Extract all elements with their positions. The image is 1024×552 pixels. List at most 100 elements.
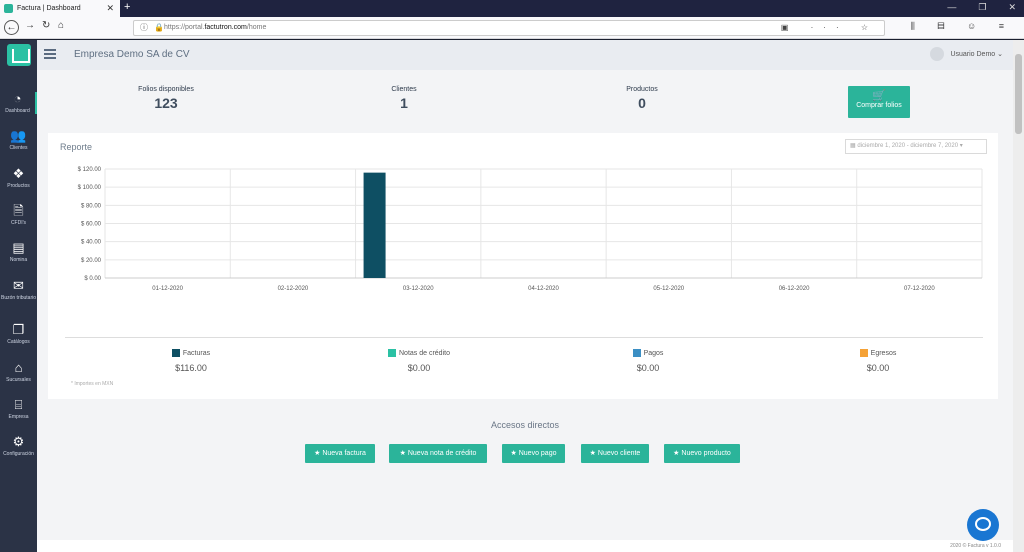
back-icon[interactable]: ←: [4, 20, 19, 35]
star-icon: ★: [510, 450, 519, 457]
stat-value: 123: [154, 95, 178, 111]
stat-label: Productos: [626, 86, 658, 93]
users-icon: 👥: [10, 128, 27, 143]
bank-icon: ⌸: [14, 397, 23, 412]
legend-egresos: Egresos $0.00: [803, 349, 953, 373]
sidebar-item-label: Configuración: [3, 451, 34, 457]
y-tick-label: $ 80.00: [81, 203, 102, 209]
sidebar-item-empresa[interactable]: ⌸ Empresa: [0, 397, 37, 421]
stat-clientes: Clientes 1: [344, 86, 464, 111]
chat-button[interactable]: [967, 509, 999, 541]
new-invoice-button[interactable]: ★ Nueva factura: [305, 444, 375, 463]
currency-note: * Importes en MXN: [71, 381, 114, 387]
reload-icon[interactable]: ↻: [42, 20, 50, 31]
sidebar-item-label: Catálogos: [7, 339, 30, 345]
sidebar-item-clientes[interactable]: 👥 Clientes: [0, 128, 37, 152]
window-controls: — ❐ ✕: [947, 2, 1016, 13]
bar-facturas: [363, 172, 386, 278]
buy-folios-button[interactable]: 🛒 Comprar folios: [848, 86, 910, 118]
sidebar-item-catalogos[interactable]: ❐ Catálogos: [0, 322, 37, 346]
sidebar-item-buzon[interactable]: ✉ Buzón tributario: [0, 278, 37, 302]
sidebar-item-configuracion[interactable]: ⚙ Configuración: [0, 435, 37, 458]
stat-value: 0: [638, 95, 646, 111]
scrollbar-thumb[interactable]: [1015, 54, 1022, 134]
date-range-picker[interactable]: ▦ diciembre 1, 2020 - diciembre 7, 2020 …: [845, 139, 987, 154]
legend-name: Pagos: [643, 349, 664, 357]
sidebar-item-productos[interactable]: ❖ Productos: [0, 167, 37, 190]
x-tick-label: 05-12-2020: [653, 286, 684, 292]
legend-pagos: Pagos $0.00: [573, 349, 723, 373]
cart-icon: 🛒: [872, 90, 886, 102]
y-tick-label: $ 0.00: [84, 276, 101, 282]
report-title: Reporte: [60, 142, 93, 152]
lock-icon: ⓘ🔒: [140, 23, 170, 32]
home-icon: ⌂: [14, 360, 23, 375]
new-payment-button[interactable]: ★ Nuevo pago: [502, 444, 565, 463]
sidebar: ◔ Dashboard 👥 Clientes ❖ Productos 🗎 CFD…: [0, 40, 37, 552]
library-icon[interactable]: ⫼ ▤ ☺ ≡: [911, 21, 1014, 32]
sidebar-item-label: Clientes: [9, 145, 28, 151]
menu-icon[interactable]: [44, 49, 56, 61]
envelope-icon: ✉: [13, 278, 24, 293]
stat-value: 1: [400, 95, 408, 111]
caret-down-icon: ▾: [958, 143, 963, 149]
legend-amount: $116.00: [175, 363, 207, 373]
maximize-icon[interactable]: ❐: [978, 2, 986, 13]
user-name: Usuario Demo: [950, 50, 996, 58]
logo-icon[interactable]: [7, 44, 31, 66]
sidebar-item-label: Empresa: [8, 414, 29, 420]
legend-name: Facturas: [182, 349, 211, 357]
sidebar-item-cfdis[interactable]: 🗎 CFDI's: [0, 203, 37, 227]
sidebar-item-sucursales[interactable]: ⌂ Sucursales: [0, 360, 37, 384]
url-bar[interactable]: ⓘ🔒 https://portal.factutron.com/home ▣ ·…: [133, 20, 885, 36]
minimize-icon[interactable]: —: [947, 2, 956, 13]
url-path: /home: [246, 24, 267, 31]
url-domain: factutron.com: [204, 24, 247, 31]
new-credit-note-button[interactable]: ★ Nueva nota de crédito: [389, 444, 487, 463]
close-tab-icon[interactable]: ✕: [106, 3, 114, 14]
new-tab-icon[interactable]: +: [124, 1, 130, 13]
legend-amount: $0.00: [407, 363, 431, 373]
stat-folios: Folios disponibles 123: [106, 86, 226, 111]
y-tick-label: $ 100.00: [78, 185, 102, 191]
sidebar-item-dashboard[interactable]: ◔ Dashboard: [0, 92, 37, 114]
y-tick-label: $ 60.00: [81, 222, 102, 228]
file-icon: 🗎: [13, 203, 24, 218]
stat-label: Clientes: [391, 86, 417, 93]
scrollbar[interactable]: [1013, 40, 1024, 552]
sidebar-item-nomina[interactable]: ▤ Nomina: [0, 241, 37, 264]
user-menu[interactable]: Usuario Demo ⌄: [930, 47, 1003, 61]
sidebar-item-label: Productos: [7, 183, 30, 189]
x-tick-label: 02-12-2020: [278, 286, 309, 292]
copy-icon: ❐: [12, 322, 25, 337]
close-window-icon[interactable]: ✕: [1008, 2, 1016, 13]
url-prefix: https://portal.: [164, 24, 205, 31]
stat-productos: Productos 0: [582, 86, 702, 111]
button-label: Nuevo pago: [518, 450, 557, 457]
legend-swatch: [171, 349, 180, 357]
sidebar-item-label: Sucursales: [6, 377, 31, 383]
chevron-down-icon: ⌄: [995, 51, 1003, 58]
quick-access-title: Accesos directos: [490, 420, 560, 430]
report-chart: $ 0.00 $ 20.00 $ 40.00 $ 60.00 $ 80.00 $ 100.…: [78, 167, 983, 292]
report-card: Reporte ▦ diciembre 1, 2020 - diciembre …: [48, 133, 998, 399]
new-client-button[interactable]: ★ Nuevo cliente: [581, 444, 649, 463]
legend-swatch: [632, 349, 641, 357]
sidebar-item-label: Nomina: [9, 257, 28, 263]
dashboard-icon: ◔: [13, 91, 22, 106]
button-label: Nueva factura: [322, 450, 366, 457]
legend-name: Egresos: [870, 349, 897, 357]
y-tick-label: $ 40.00: [81, 240, 102, 246]
legend-swatch: [388, 349, 396, 357]
home-icon[interactable]: ⌂: [58, 20, 64, 31]
company-name: Empresa Demo SA de CV: [74, 49, 190, 60]
forward-icon[interactable]: →: [25, 20, 35, 31]
chat-bubble-icon: [975, 517, 991, 531]
browser-tab[interactable]: Factura | Dashboard ✕: [0, 0, 120, 17]
date-range-text: diciembre 1, 2020 - diciembre 7, 2020: [857, 143, 959, 149]
new-product-button[interactable]: ★ Nuevo producto: [664, 444, 740, 463]
sidebar-item-label: Dashboard: [5, 108, 30, 114]
page-actions-icon[interactable]: ▣ ··· ☆: [781, 21, 878, 35]
button-label: Nueva nota de crédito: [407, 450, 477, 457]
buy-folios-label: Comprar folios: [856, 102, 902, 109]
